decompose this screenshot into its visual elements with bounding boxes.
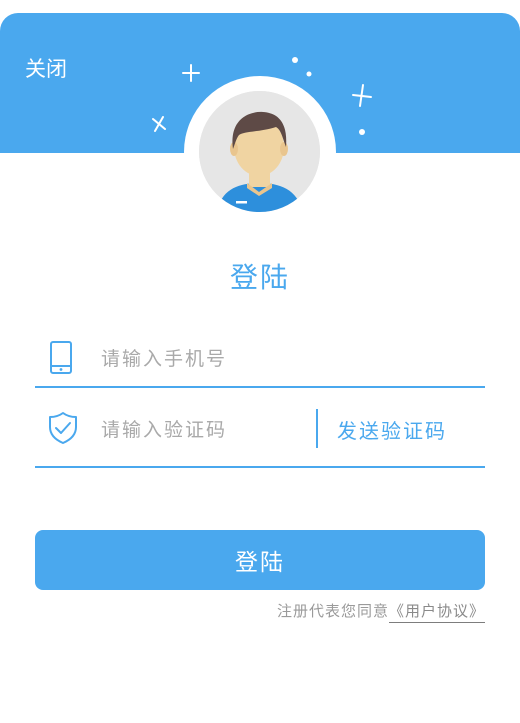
- page-title: 登陆: [229, 261, 290, 294]
- mobile-phone-icon: [48, 340, 74, 380]
- field-divider: [316, 409, 318, 448]
- shield-check-icon: [48, 411, 78, 449]
- user-avatar-icon: [199, 91, 320, 212]
- agreement-text: 注册代表您同意《用户协议》: [276, 600, 485, 623]
- code-row: 发送验证码: [35, 403, 485, 468]
- verification-code-input[interactable]: [101, 415, 301, 445]
- agreement-prefix: 注册代表您同意: [276, 602, 389, 620]
- user-agreement-link[interactable]: 《用户协议》: [388, 602, 485, 623]
- phone-input[interactable]: [101, 344, 301, 374]
- phone-row: [35, 332, 485, 388]
- login-button[interactable]: 登陆: [35, 530, 485, 590]
- send-code-button[interactable]: 发送验证码: [337, 415, 447, 444]
